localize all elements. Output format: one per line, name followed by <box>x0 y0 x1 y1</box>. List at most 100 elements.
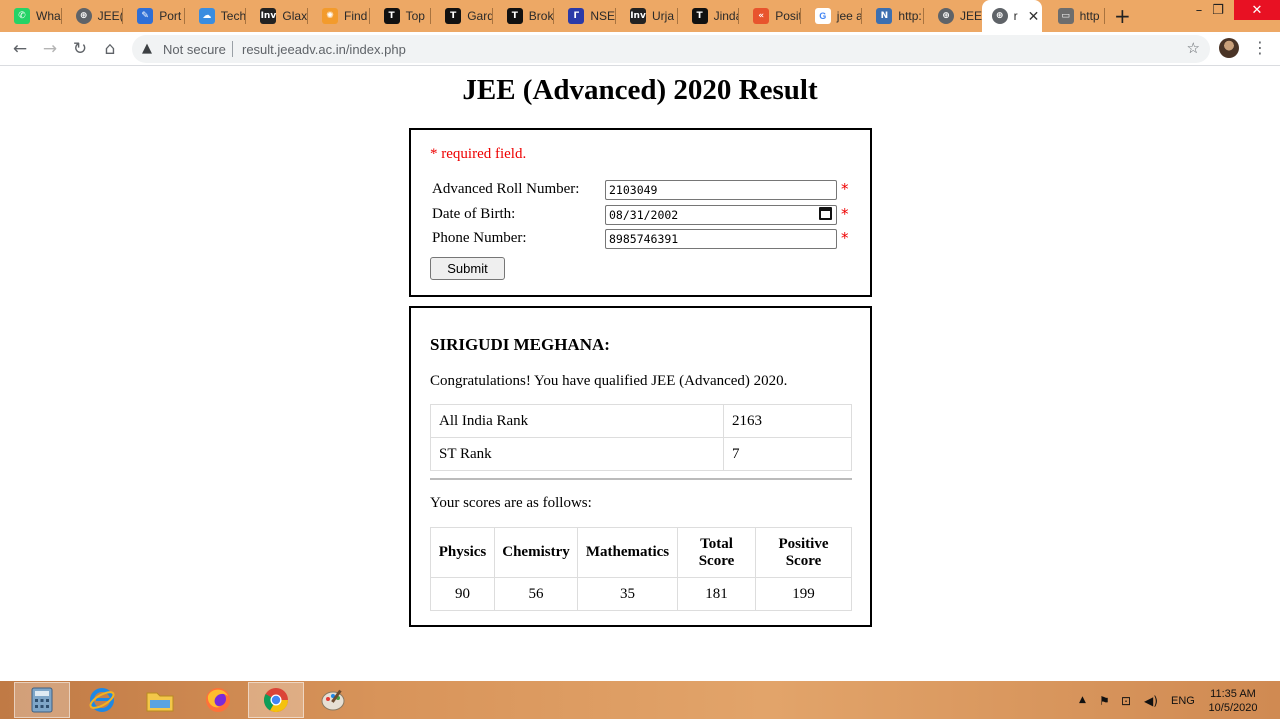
tab-18[interactable]: ▭ http <box>1044 4 1106 28</box>
tray-overflow-icon[interactable]: ▲ <box>1079 695 1086 705</box>
candidate-name: SIRIGUDI MEGHANA: <box>430 335 610 354</box>
tab-4[interactable]: ☁ Tech <box>185 4 247 28</box>
tab-label: Find <box>344 9 368 23</box>
bookmark-star-icon[interactable]: ☆ <box>1187 39 1200 57</box>
tab-label: http <box>1079 9 1100 23</box>
tab-1[interactable]: ✆ Wha <box>0 4 62 28</box>
tab-9[interactable]: T Brok <box>493 4 555 28</box>
table-header-row: Physics Chemistry Mathematics Total Scor… <box>430 527 852 578</box>
tab-5[interactable]: Inv Glax <box>246 4 308 28</box>
t-icon: T <box>691 8 708 24</box>
score-header: Mathematics <box>577 527 678 578</box>
close-tab-icon[interactable]: ✕ <box>1028 8 1040 25</box>
home-icon[interactable]: ⌂ <box>99 38 121 60</box>
score-header: Total Score <box>677 527 756 578</box>
globe-icon: ⊕ <box>938 8 954 24</box>
globe-icon: ⊕ <box>75 8 92 24</box>
calculator-icon[interactable] <box>14 682 70 718</box>
forward-icon[interactable]: → <box>39 38 61 60</box>
tab-3[interactable]: ✎ Port <box>123 4 185 28</box>
tab-strip: ✆Wha⊕JEE(/✎Port☁TechInvGlax✺FindTTopTGar… <box>0 0 1280 32</box>
submit-button[interactable]: Submit <box>430 257 505 280</box>
login-form: * required field. Advanced Roll Number: … <box>409 128 872 297</box>
tab-14[interactable]: Gjee a <box>801 4 863 28</box>
tab-label: http: <box>898 9 922 23</box>
score-header: Positive Score <box>755 527 852 578</box>
tab-label: NSE <box>590 9 616 23</box>
tab-label: Brok <box>528 9 554 23</box>
tab-12[interactable]: T Jinda <box>678 4 740 28</box>
new-tab-button[interactable]: + <box>1114 5 1131 27</box>
score-value: 199 <box>755 577 852 611</box>
calendar-icon[interactable] <box>819 207 832 220</box>
phone-input[interactable]: 8985746391 <box>605 229 837 249</box>
tab-6[interactable]: ✺ Find <box>308 4 370 28</box>
t-icon: T <box>383 8 400 24</box>
dob-input[interactable]: 08/31/2002 <box>605 205 837 225</box>
phone-label: Phone Number: <box>432 230 527 246</box>
tab-8[interactable]: T Gard <box>431 4 493 28</box>
taskbar <box>0 681 1280 719</box>
clock-time: 11:35 AM <box>1210 688 1256 700</box>
dob-label: Date of Birth: <box>432 206 516 222</box>
score-value: 90 <box>430 577 495 611</box>
tab-label: Posit <box>775 9 801 23</box>
warning-icon: ▲ <box>142 41 152 56</box>
google-icon: G <box>814 8 831 24</box>
tab-label: JEE(/ <box>97 9 124 23</box>
rank-value: 7 <box>723 437 852 471</box>
tab-15[interactable]: Nhttp: <box>862 4 924 28</box>
tab-11[interactable]: Inv Urja <box>616 4 678 28</box>
scores-intro: Your scores are as follows: <box>430 495 592 511</box>
reload-icon[interactable]: ↻ <box>69 38 91 60</box>
tab-label: Wha <box>36 9 61 23</box>
url-text[interactable]: result.jeeadv.ac.in/index.php <box>242 42 406 57</box>
system-clock[interactable]: 11:35 AM 10/5/2020 <box>1204 687 1262 715</box>
network-icon[interactable]: ⊡ <box>1121 694 1131 708</box>
tab-13[interactable]: « Posit <box>739 4 801 28</box>
restore-icon[interactable]: ❐ <box>1198 0 1238 20</box>
tab-10[interactable]: Γ NSE <box>554 4 616 28</box>
tab-16[interactable]: ⊕JEE(/ <box>924 4 986 28</box>
roll-number-input[interactable]: 2103049 <box>605 180 837 200</box>
tab-2[interactable]: ⊕ JEE(/ <box>62 4 124 28</box>
tab-label: Glax <box>282 9 308 23</box>
profile-avatar[interactable] <box>1219 38 1239 58</box>
rank-table: All India Rank 2163 ST Rank 7 <box>430 404 852 471</box>
file-explorer-icon[interactable] <box>132 682 188 718</box>
firefox-icon[interactable] <box>190 682 246 718</box>
required-mark: * <box>841 229 849 247</box>
address-bar[interactable]: ▲ Not secure result.jeeadv.ac.in/index.p… <box>132 35 1210 63</box>
score-table: Physics Chemistry Mathematics Total Scor… <box>430 527 852 611</box>
internet-explorer-icon[interactable] <box>74 682 130 718</box>
score-value: 56 <box>494 577 578 611</box>
omnibox-divider <box>232 41 233 57</box>
not-secure-label[interactable]: Not secure <box>163 42 226 57</box>
volume-icon[interactable]: ◀) <box>1144 694 1158 708</box>
inv-icon: Inv <box>260 8 277 24</box>
tab-separator <box>1104 8 1106 24</box>
rank-value: 2163 <box>723 404 852 438</box>
paint-icon[interactable] <box>306 682 362 718</box>
rank-label: ST Rank <box>430 437 724 471</box>
page-title: JEE (Advanced) 2020 Result <box>462 74 818 106</box>
portal-icon: ✎ <box>137 8 154 24</box>
result-panel: SIRIGUDI MEGHANA: Congratulations! You h… <box>409 306 872 627</box>
tab-17[interactable]: ⊕ r ✕ <box>981 0 1042 32</box>
chrome-icon[interactable] <box>248 682 304 718</box>
score-value: 181 <box>677 577 756 611</box>
tab-label: Port <box>159 9 182 23</box>
action-center-flag-icon[interactable]: ⚑ <box>1099 694 1110 708</box>
tab-7[interactable]: T Top <box>370 4 432 28</box>
monitor-icon: ▭ <box>1057 8 1074 24</box>
language-indicator[interactable]: ENG <box>1171 695 1195 707</box>
tab-label: Jinda <box>713 9 740 23</box>
back-icon[interactable]: ← <box>9 38 31 60</box>
tab-label: Top <box>405 9 425 23</box>
cloud-icon: ☁ <box>198 8 215 24</box>
chevron-icon: « <box>753 8 770 24</box>
close-window-icon[interactable]: ✕ <box>1234 0 1280 20</box>
menu-kebab-icon[interactable]: ⋮ <box>1252 38 1268 57</box>
tab-label: jee a <box>836 9 863 23</box>
dob-value: 08/31/2002 <box>609 208 679 222</box>
